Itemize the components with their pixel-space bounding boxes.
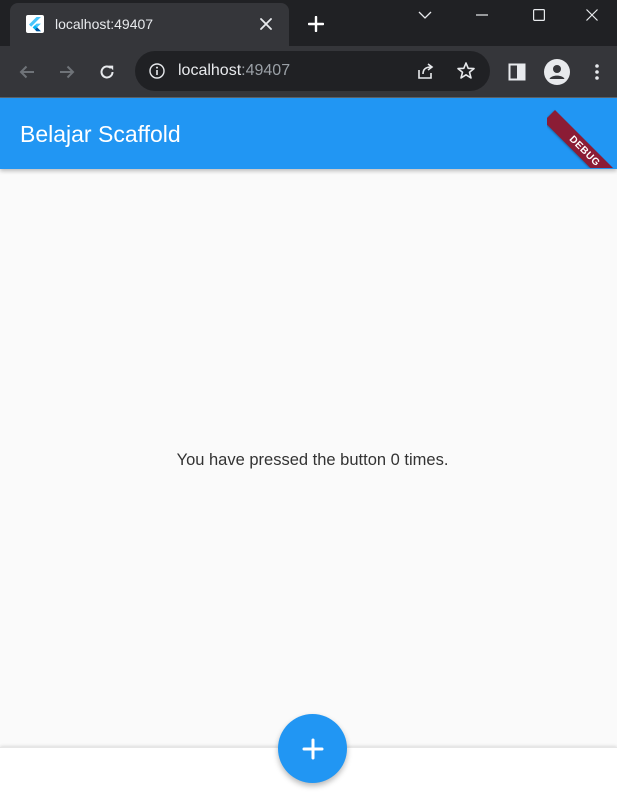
star-icon[interactable] — [455, 60, 477, 82]
app-bar: Belajar Scaffold DEBUG — [0, 98, 617, 169]
info-icon[interactable] — [147, 61, 167, 81]
new-tab-button[interactable] — [302, 10, 330, 38]
browser-toolbar: localhost:49407 — [0, 46, 617, 98]
address-bar[interactable]: localhost:49407 — [135, 51, 490, 91]
minimize-button[interactable] — [453, 0, 511, 30]
maximize-icon — [533, 9, 545, 21]
close-icon[interactable] — [256, 14, 276, 34]
url-port: :49407 — [241, 62, 291, 79]
profile-button[interactable] — [541, 56, 573, 88]
reload-button[interactable] — [91, 56, 123, 88]
minimize-icon — [476, 14, 488, 16]
chevron-down-icon — [418, 11, 432, 19]
profile-icon — [544, 59, 570, 85]
window-close-button[interactable] — [567, 0, 617, 30]
reload-icon — [100, 65, 114, 79]
tab-title: localhost:49407 — [55, 16, 154, 32]
arrow-left-icon — [19, 65, 34, 79]
side-panel-button[interactable] — [501, 56, 533, 88]
plus-icon — [308, 16, 324, 32]
close-icon — [586, 9, 598, 21]
debug-banner: DEBUG — [547, 98, 617, 168]
add-button[interactable] — [278, 714, 347, 783]
forward-button[interactable] — [51, 56, 83, 88]
maximize-button[interactable] — [510, 0, 568, 30]
arrow-right-icon — [60, 65, 75, 79]
side-panel-icon — [508, 63, 526, 81]
back-button[interactable] — [11, 56, 43, 88]
flutter-logo-icon — [26, 15, 44, 33]
page-title: Belajar Scaffold — [20, 121, 181, 147]
counter-text: You have pressed the button 0 times. — [176, 451, 449, 469]
kebab-menu-icon — [595, 64, 599, 80]
plus-icon — [302, 738, 323, 759]
browser-tabstrip: localhost:49407 — [0, 0, 617, 46]
chrome-menu-button[interactable] — [581, 56, 613, 88]
share-icon[interactable] — [415, 60, 437, 82]
scaffold-body: You have pressed the button 0 times. — [0, 169, 617, 747]
tab-search-button[interactable] — [396, 0, 454, 30]
browser-tab[interactable]: localhost:49407 — [10, 3, 289, 46]
debug-banner-label: DEBUG — [547, 110, 617, 168]
url-host: localhost — [178, 62, 242, 79]
url-text: localhost:49407 — [178, 61, 290, 81]
